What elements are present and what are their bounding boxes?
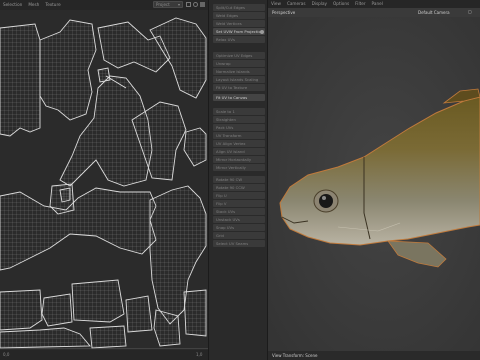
tool-rotate-90-cw[interactable]: Rotate 90 CW — [213, 176, 265, 183]
uv-island — [125, 295, 153, 333]
tool-label: Select UV Seams — [216, 241, 249, 246]
grid-icon[interactable] — [186, 2, 191, 7]
tool-label: Rotate 90 CW — [216, 177, 243, 182]
viewport-footer: View Transform: Scene — [268, 351, 480, 360]
tool-flip-v[interactable]: Flip V — [213, 200, 265, 207]
tool-mirror-horizontally[interactable]: Mirror Horizontally — [213, 156, 265, 163]
menu-texture[interactable]: Texture — [42, 0, 63, 10]
tool-unstack-uvs[interactable]: Unstack UVs — [213, 216, 265, 223]
tool-label: Split/Cut Edges — [216, 5, 245, 10]
tool-label: Normalize Islands — [216, 69, 250, 74]
tool-label: UV Transform — [216, 133, 242, 138]
tool-uv-transform[interactable]: UV Transform — [213, 132, 265, 139]
tool-unwrap[interactable]: Unwrap — [213, 60, 265, 67]
uv-island — [59, 187, 71, 203]
tool-fit-uv-to-canvas[interactable]: Fit UV to Canvas — [213, 94, 265, 101]
tool-label: Relax UVs — [216, 37, 235, 42]
tool-label: Flip U — [216, 193, 227, 198]
tool-uv-align-vertex[interactable]: UV Align Vertex — [213, 140, 265, 147]
tool-stack-uvs[interactable]: Stack UVs — [213, 208, 265, 215]
tool-fit-uv-to-texture[interactable]: Fit UV to Texture — [213, 84, 265, 91]
tool-label: Pack UVs — [216, 125, 234, 130]
camera-label[interactable]: Default Camera — [418, 10, 450, 15]
tool-flip-u[interactable]: Flip U — [213, 192, 265, 199]
settings-icon[interactable] — [193, 2, 198, 7]
uv-island — [41, 293, 73, 327]
tool-label: Rotate 90 CCW — [216, 185, 245, 190]
uv-toolbar-icons — [186, 2, 206, 8]
uv-max-label: 1,0 — [196, 352, 203, 357]
tool-label: Stack UVs — [216, 209, 236, 214]
tool-rotate-90-ccw[interactable]: Rotate 90 CCW — [213, 184, 265, 191]
tool-normalize-islands[interactable]: Normalize Islands — [213, 68, 265, 75]
menu-mesh[interactable]: Mesh — [25, 0, 42, 10]
tool-label: Weld Edges — [216, 13, 239, 18]
tool-label: UV Align Vertex — [216, 141, 246, 146]
tool-label: Unwrap — [216, 61, 231, 66]
uv-island — [0, 23, 41, 137]
tool-relax-uvs[interactable]: Relax UVs — [213, 36, 265, 43]
uv-island — [39, 19, 97, 121]
uv-island — [0, 187, 157, 271]
tool-straighten[interactable]: Straighten — [213, 116, 265, 123]
tool-set-uvw-from-projection[interactable]: Set UVW From Projection — [213, 28, 265, 35]
uv-island — [89, 325, 127, 349]
tool-layout-islands-scaling[interactable]: Layout Islands Scaling — [213, 76, 265, 83]
uv-canvas[interactable] — [0, 10, 208, 350]
uv-islands — [0, 17, 208, 349]
view-transform-label: View Transform: Scene — [272, 353, 318, 358]
tool-label: Set UVW From Projection — [216, 29, 264, 34]
tool-snap-uvs[interactable]: Snap UVs — [213, 224, 265, 231]
uv-island — [71, 279, 125, 323]
tool-mirror-vertically[interactable]: Mirror Vertically — [213, 164, 265, 171]
tool-label: Unstack UVs — [216, 217, 240, 222]
tool-split-cut-edges[interactable]: Split/Cut Edges — [213, 4, 265, 11]
tool-scale-to-1[interactable]: Scale to 1 — [213, 108, 265, 115]
tool-label: Scale to 1 — [216, 109, 235, 114]
project-dropdown-value: Project — [156, 2, 170, 7]
viewport-scene — [268, 17, 480, 351]
camera-icon[interactable]: ▢ — [468, 9, 472, 14]
chevron-down-icon: ▾ — [177, 2, 180, 7]
tool-label: Mirror Vertically — [216, 165, 246, 170]
viewport-header: Perspective Default Camera ▢ — [268, 8, 480, 17]
tool-label: Grid — [216, 233, 224, 238]
tool-select-uv-seams[interactable]: Select UV Seams — [213, 240, 265, 247]
tool-pack-uvs[interactable]: Pack UVs — [213, 124, 265, 131]
tool-weld-vertices[interactable]: Weld Vertices — [213, 20, 265, 27]
viewport-menubar: View Cameras Display Options Filter Pane… — [268, 0, 480, 8]
uv-island — [0, 289, 43, 331]
menu-selection[interactable]: Selection — [0, 0, 25, 10]
tool-label: Layout Islands Scaling — [216, 77, 259, 82]
uv-island — [183, 289, 207, 337]
tool-label: Straighten — [216, 117, 236, 122]
tool-optimize-uv-edges[interactable]: Optimize UV Edges — [213, 52, 265, 59]
uv-island — [0, 327, 91, 349]
uv-footer: 0,0 1,0 — [0, 350, 208, 360]
project-dropdown[interactable]: Project ▾ — [153, 1, 183, 8]
checker-icon[interactable] — [200, 2, 205, 7]
uv-island — [97, 67, 111, 83]
tool-label: Flip V — [216, 201, 227, 206]
tool-grid[interactable]: Grid — [213, 232, 265, 239]
tool-align-uv-island[interactable]: Align UV Island — [213, 148, 265, 155]
uv-origin-label: 0,0 — [3, 352, 10, 357]
fish-eye — [319, 194, 333, 208]
uv-island — [183, 127, 207, 167]
tool-label: Fit UV to Canvas — [216, 95, 248, 100]
uv-tool-panel: Split/Cut Edges Weld Edges Weld Vertices… — [208, 0, 268, 360]
tool-label: Snap UVs — [216, 225, 235, 230]
tool-label: Weld Vertices — [216, 21, 242, 26]
uv-island — [153, 309, 181, 347]
tool-label: Optimize UV Edges — [216, 53, 253, 58]
tool-label: Fit UV to Texture — [216, 85, 248, 90]
tool-label: Mirror Horizontally — [216, 157, 252, 162]
info-badge-icon[interactable] — [260, 29, 264, 34]
viewport-mode-label[interactable]: Perspective — [272, 10, 295, 15]
tool-weld-edges[interactable]: Weld Edges — [213, 12, 265, 19]
tool-label: Align UV Island — [216, 149, 245, 154]
